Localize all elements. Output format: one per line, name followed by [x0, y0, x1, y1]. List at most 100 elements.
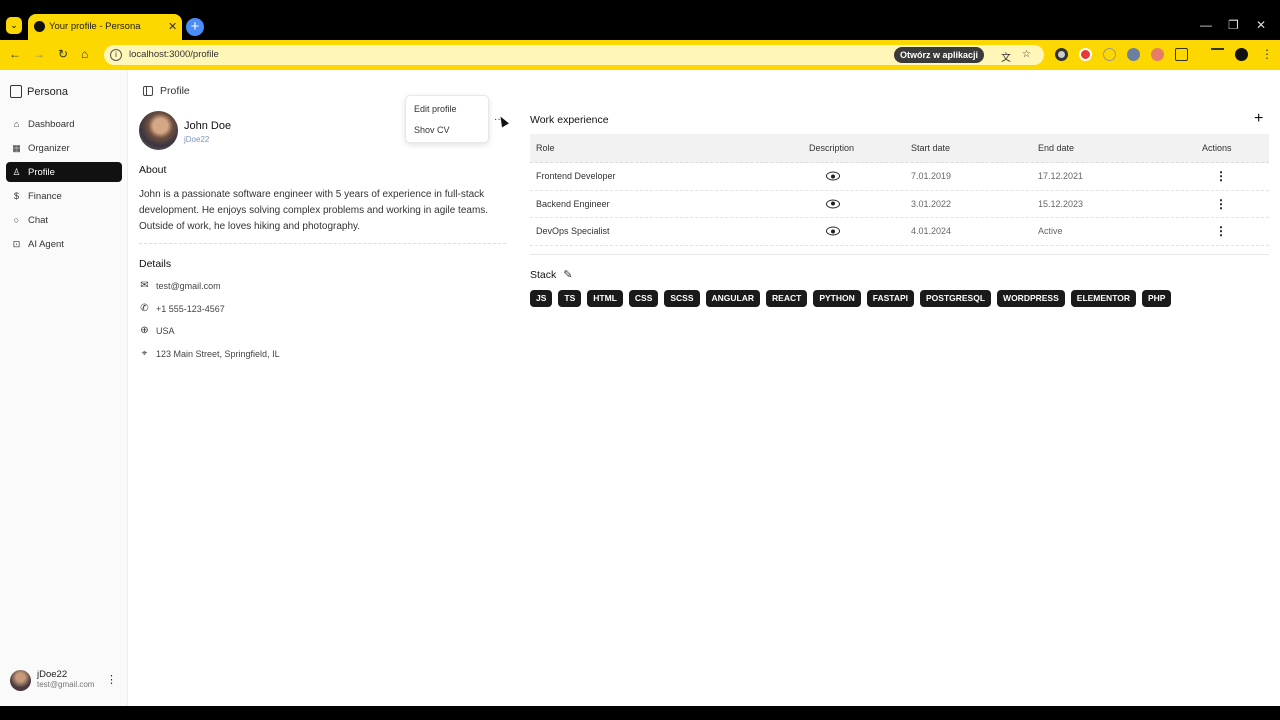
- address-bar[interactable]: i localhost:3000/profile Otwórz w aplika…: [104, 45, 1044, 65]
- site-info-icon[interactable]: i: [110, 49, 122, 61]
- details-heading: Details: [139, 258, 172, 270]
- stack-tag: PHP: [1142, 290, 1172, 307]
- start-date-cell: 4.01.2024: [911, 226, 952, 237]
- view-description-icon[interactable]: [826, 171, 840, 181]
- user-icon: ♙: [12, 166, 21, 177]
- close-window-icon[interactable]: ✕: [1256, 18, 1266, 32]
- row-actions-icon[interactable]: ⋮: [1215, 197, 1227, 211]
- column-header-role: Role: [536, 143, 555, 153]
- page-title: Profile: [160, 85, 190, 97]
- mouse-cursor: [497, 114, 509, 128]
- chat-icon: ○: [13, 215, 20, 225]
- sidebar-item-profile[interactable]: ♙ Profile: [6, 162, 122, 182]
- profile-dropdown-menu: Edit profile Shov CV: [405, 95, 489, 143]
- browser-tab[interactable]: Your profile - Persona ✕: [28, 14, 182, 40]
- profile-avatar-icon[interactable]: [1235, 48, 1248, 61]
- stack-tag: HTML: [587, 290, 623, 307]
- stack-tag: CSS: [628, 290, 659, 307]
- app-page: Persona ⌂ Dashboard ▦ Organizer ♙ Profil…: [0, 70, 1280, 706]
- sidebar-item-ai-agent[interactable]: ⊡ AI Agent: [6, 234, 122, 254]
- sidebar-user[interactable]: jDoe22 test@gmail.com ⋮: [10, 668, 122, 694]
- phone-icon: ✆: [140, 303, 149, 314]
- stack-tag: REACT: [766, 290, 808, 307]
- profile-username: jDoe22: [184, 135, 210, 144]
- detail-country: ⊕ USA: [139, 325, 174, 336]
- sidebar-item-label: Organizer: [28, 142, 70, 154]
- view-description-icon[interactable]: [826, 226, 840, 236]
- sidebar-item-organizer[interactable]: ▦ Organizer: [6, 138, 122, 158]
- detail-address: ⌖ 123 Main Street, Springfield, IL: [139, 348, 280, 359]
- forward-icon[interactable]: →: [33, 47, 45, 61]
- reload-icon[interactable]: ↻: [58, 47, 68, 61]
- toggle-sidebar-icon[interactable]: [143, 86, 153, 96]
- sidebar-item-finance[interactable]: $ Finance: [6, 186, 122, 206]
- home-icon: ⌂: [13, 119, 20, 129]
- role-cell: Frontend Developer: [536, 171, 616, 182]
- detail-phone: ✆ +1 555-123-4567: [139, 303, 225, 314]
- sidebar-item-chat[interactable]: ○ Chat: [6, 210, 122, 230]
- start-date-cell: 7.01.2019: [911, 171, 952, 182]
- close-tab-icon[interactable]: ✕: [168, 20, 177, 33]
- browser-menu-icon[interactable]: ⋮: [1261, 47, 1273, 61]
- role-cell: Backend Engineer: [536, 198, 610, 209]
- show-cv-menu-item[interactable]: Shov CV: [414, 125, 450, 135]
- home-button-icon[interactable]: ⌂: [81, 47, 88, 61]
- table-row: Backend Engineer 3.01.2022 15.12.2023 ⋮: [530, 191, 1269, 218]
- mail-icon: ✉: [140, 280, 149, 291]
- new-tab-button[interactable]: +: [186, 18, 204, 36]
- page-header: Profile: [143, 85, 190, 97]
- brand[interactable]: Persona: [10, 85, 68, 98]
- table-row: DevOps Specialist 4.01.2024 Active ⋮: [530, 218, 1269, 246]
- sidebar-item-label: Dashboard: [28, 118, 75, 130]
- dollar-icon: $: [13, 191, 19, 201]
- about-text: John is a passionate software engineer w…: [139, 189, 489, 232]
- translate-icon[interactable]: 文: [1001, 49, 1011, 64]
- end-date-cell: Active: [1038, 226, 1063, 237]
- bookmark-star-icon[interactable]: ☆: [1022, 49, 1031, 60]
- detail-value: +1 555-123-4567: [156, 303, 225, 314]
- minimize-icon[interactable]: —: [1200, 18, 1212, 32]
- extension-pen-icon[interactable]: [1103, 48, 1116, 61]
- wordpress-extension-icon[interactable]: [1127, 48, 1140, 61]
- row-actions-icon[interactable]: ⋮: [1215, 169, 1227, 183]
- restore-icon[interactable]: ❐: [1228, 18, 1239, 32]
- globe-icon: ⊕: [140, 325, 149, 336]
- stack-tags: JS TS HTML CSS SCSS ANGULAR REACT PYTHON…: [530, 290, 1172, 307]
- column-header-end-date: End date: [1038, 143, 1075, 153]
- favicon-icon: [34, 21, 45, 32]
- tab-title: Your profile - Persona: [49, 21, 141, 32]
- sidebar-item-label: Finance: [28, 190, 62, 202]
- media-controls-icon[interactable]: [1211, 48, 1224, 61]
- profile-avatar: [139, 111, 178, 150]
- stack-tag: POSTGRESQL: [920, 290, 992, 307]
- extension-record-icon[interactable]: [1079, 48, 1092, 61]
- stack-tag: FASTAPI: [866, 290, 914, 307]
- stack-tag: TS: [558, 290, 582, 307]
- extension-misc-icon[interactable]: [1151, 48, 1164, 61]
- row-actions-icon[interactable]: ⋮: [1215, 224, 1227, 238]
- start-date-cell: 3.01.2022: [911, 198, 952, 209]
- stack-heading: Stack ✎: [530, 268, 572, 282]
- user-menu-icon[interactable]: ⋮: [106, 673, 117, 686]
- detail-email: ✉ test@gmail.com: [139, 280, 220, 291]
- column-header-start-date: Start date: [911, 143, 951, 153]
- tab-search-button[interactable]: ⌄: [6, 17, 22, 34]
- view-description-icon[interactable]: [826, 199, 840, 209]
- calendar-icon: ▦: [12, 142, 21, 153]
- extensions-puzzle-icon[interactable]: [1175, 48, 1188, 61]
- edit-stack-pencil-icon[interactable]: ✎: [563, 268, 572, 281]
- open-in-app-button[interactable]: Otwórz w aplikacji: [894, 47, 985, 63]
- sidebar-item-dashboard[interactable]: ⌂ Dashboard: [6, 114, 122, 134]
- divider: [139, 243, 506, 244]
- extension-icon[interactable]: [1055, 48, 1068, 61]
- back-icon[interactable]: ←: [9, 47, 21, 61]
- stack-tag: ELEMENTOR: [1070, 290, 1136, 307]
- add-experience-button[interactable]: +: [1254, 110, 1263, 128]
- stack-tag: ANGULAR: [705, 290, 761, 307]
- column-header-description: Description: [809, 143, 855, 153]
- work-experience-table: Role Description Start date End date Act…: [530, 134, 1269, 246]
- screen-bottom-bar: [0, 706, 1280, 720]
- edit-profile-menu-item[interactable]: Edit profile: [414, 104, 457, 114]
- bot-icon: ⊡: [12, 238, 21, 249]
- column-header-actions: Actions: [1202, 143, 1232, 153]
